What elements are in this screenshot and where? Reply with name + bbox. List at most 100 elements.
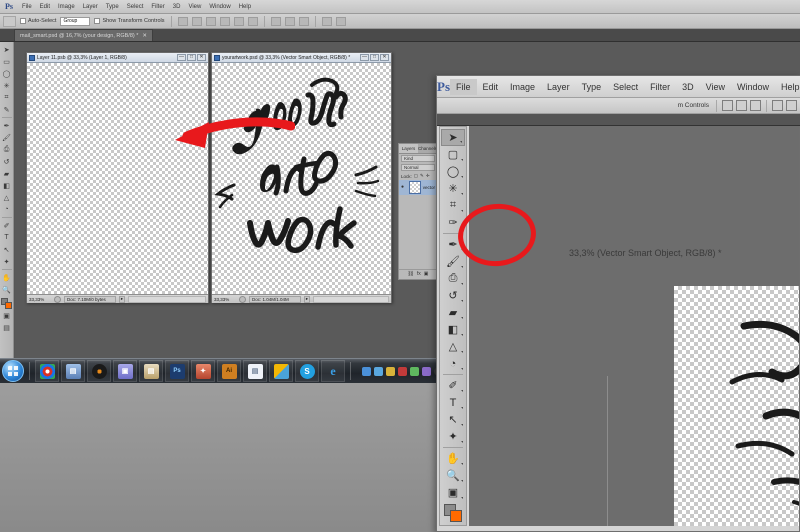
- blend-mode-select[interactable]: Normal: [401, 164, 435, 171]
- healing-brush-tool-icon[interactable]: ✒: [441, 236, 465, 253]
- show-transform-checkbox[interactable]: Show Transform Controls: [94, 18, 165, 24]
- taskbar-item-chrome[interactable]: [35, 360, 59, 382]
- type-tool-icon[interactable]: T: [441, 394, 465, 411]
- distribute-middle-icon[interactable]: [284, 16, 295, 26]
- document-canvas[interactable]: [27, 63, 208, 294]
- distribute-right-icon[interactable]: [335, 16, 346, 26]
- brush-tool-icon[interactable]: 🖌: [1, 132, 13, 143]
- bg-menu-file[interactable]: File: [18, 4, 36, 10]
- start-button[interactable]: [2, 360, 24, 382]
- taskbar-item-helper[interactable]: ✦: [191, 360, 215, 382]
- bg-menu-image[interactable]: Image: [54, 4, 79, 10]
- move-tool-icon[interactable]: ➤: [441, 129, 465, 146]
- menu-help[interactable]: Help: [775, 79, 800, 95]
- align-left-icon[interactable]: [177, 16, 188, 26]
- dodge-tool-icon[interactable]: ◔: [441, 355, 465, 372]
- group-select[interactable]: Group: [60, 16, 91, 26]
- cloud-icon[interactable]: [410, 366, 419, 376]
- bg-menu-edit[interactable]: Edit: [36, 4, 54, 10]
- brush-tool-icon[interactable]: 🖌: [441, 253, 465, 270]
- document-tab-close-icon[interactable]: ✕: [142, 33, 147, 39]
- menu-image[interactable]: Image: [504, 79, 541, 95]
- hand-tool-icon[interactable]: ✋: [441, 450, 465, 467]
- clone-stamp-tool-icon[interactable]: ⎙: [1, 144, 13, 155]
- menu-type[interactable]: Type: [576, 79, 608, 95]
- magic-wand-tool-icon[interactable]: ✳: [441, 180, 465, 197]
- bg-menu-filter[interactable]: Filter: [147, 4, 168, 10]
- taskbar-item-illustrator[interactable]: Ai: [217, 360, 241, 382]
- bg-menu-3d[interactable]: 3D: [169, 4, 185, 10]
- blend-mode-row[interactable]: Normal: [399, 163, 437, 172]
- eyedropper-tool-icon[interactable]: ✎: [1, 104, 13, 115]
- tab-channels[interactable]: Channels: [418, 144, 437, 153]
- type-tool-icon[interactable]: T: [1, 232, 13, 243]
- align-center-h-icon[interactable]: [736, 100, 747, 111]
- path-selection-tool-icon[interactable]: ↖: [441, 411, 465, 428]
- quick-mask-icon[interactable]: ▣: [1, 310, 13, 321]
- menu-file[interactable]: File: [450, 78, 477, 95]
- pen-tool-icon[interactable]: ✐: [1, 220, 13, 231]
- pen-tool-icon[interactable]: ✐: [441, 377, 465, 394]
- align-right-icon[interactable]: [750, 100, 761, 111]
- taskbar-item-notepad[interactable]: ▤: [61, 360, 85, 382]
- align-right-icon[interactable]: [205, 16, 216, 26]
- menu-3d[interactable]: 3D: [676, 79, 700, 95]
- lock-position-icon[interactable]: ✛: [426, 173, 430, 179]
- taskbar-item-tiles[interactable]: [269, 360, 293, 382]
- align-middle-icon[interactable]: [786, 100, 797, 111]
- bg-menu-type[interactable]: Type: [102, 4, 123, 10]
- layer-visibility-icon[interactable]: ●: [401, 184, 407, 191]
- menu-layer[interactable]: Layer: [541, 79, 576, 95]
- status-expand-icon[interactable]: ▸: [304, 295, 310, 303]
- dodge-tool-icon[interactable]: ◔: [1, 204, 13, 215]
- zoom-tool-icon[interactable]: 🔍: [1, 284, 13, 295]
- bg-menu-window[interactable]: Window: [205, 4, 234, 10]
- align-top-icon[interactable]: [219, 16, 230, 26]
- document-window-mockup[interactable]: Layer 11.psb @ 33,3% (Layer 1, RGB/8) — …: [26, 52, 209, 303]
- bg-menu-help[interactable]: Help: [235, 4, 255, 10]
- magic-wand-tool-icon[interactable]: ✳: [1, 80, 13, 91]
- foreground-artwork-canvas[interactable]: [674, 286, 799, 526]
- menu-edit[interactable]: Edit: [477, 79, 505, 95]
- history-brush-tool-icon[interactable]: ↺: [1, 156, 13, 167]
- maximize-button[interactable]: □: [370, 54, 379, 61]
- shield-icon[interactable]: [386, 366, 395, 376]
- document-window-artwork[interactable]: yourartwork.psd @ 33,3% (Vector Smart Ob…: [211, 52, 392, 303]
- crop-tool-icon[interactable]: ⌗: [1, 92, 13, 103]
- align-left-icon[interactable]: [722, 100, 733, 111]
- marquee-tool-icon[interactable]: ▭: [1, 56, 13, 67]
- volume-icon[interactable]: [374, 366, 383, 376]
- taskbar-item-photoshop[interactable]: Ps: [165, 360, 189, 382]
- layer-filter-row[interactable]: Kind: [399, 154, 437, 163]
- clone-stamp-tool-icon[interactable]: ⎙: [441, 270, 465, 287]
- eraser-tool-icon[interactable]: ▰: [1, 168, 13, 179]
- distribute-top-icon[interactable]: [270, 16, 281, 26]
- eyedropper-tool-icon[interactable]: ✑: [441, 214, 465, 231]
- menu-filter[interactable]: Filter: [644, 79, 676, 95]
- gradient-tool-icon[interactable]: ◧: [441, 321, 465, 338]
- minimize-button[interactable]: —: [360, 54, 369, 61]
- document-title-bar[interactable]: Layer 11.psb @ 33,3% (Layer 1, RGB/8) — …: [27, 53, 208, 63]
- healing-brush-tool-icon[interactable]: ✒: [1, 120, 13, 131]
- taskbar-item-edge[interactable]: e: [321, 360, 345, 382]
- background-color-swatch[interactable]: [450, 510, 462, 522]
- bg-menu-layer[interactable]: Layer: [79, 4, 102, 10]
- menu-view[interactable]: View: [700, 79, 731, 95]
- align-bottom-icon[interactable]: [247, 16, 258, 26]
- taskbar-item-skype[interactable]: S: [295, 360, 319, 382]
- network-icon[interactable]: [362, 366, 371, 376]
- document-canvas[interactable]: [212, 63, 391, 294]
- marquee-tool-icon[interactable]: ▢: [441, 146, 465, 163]
- document-title-bar[interactable]: yourartwork.psd @ 33,3% (Vector Smart Ob…: [212, 53, 391, 63]
- align-center-h-icon[interactable]: [191, 16, 202, 26]
- taskbar-item-save-disk[interactable]: ▣: [113, 360, 137, 382]
- layer-row[interactable]: ● vector: [399, 180, 437, 195]
- document-tab[interactable]: mail_smart.psd @ 16,7% (your design, RGB…: [14, 29, 153, 41]
- color-swatches[interactable]: [444, 504, 462, 522]
- move-tool-icon[interactable]: [3, 15, 16, 27]
- menu-select[interactable]: Select: [607, 79, 644, 95]
- status-expand-icon[interactable]: ▸: [119, 295, 125, 303]
- auto-select-checkbox[interactable]: Auto-Select: [20, 18, 56, 24]
- screen-mode-icon[interactable]: ▤: [1, 322, 13, 333]
- battery-icon[interactable]: [398, 366, 407, 376]
